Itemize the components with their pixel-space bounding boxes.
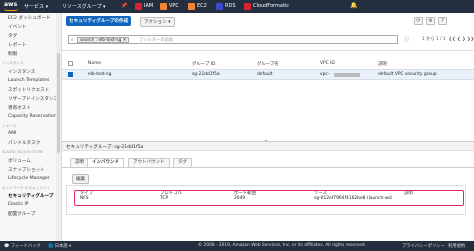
- language-selector[interactable]: 🌐 日本語 ▾: [48, 243, 71, 249]
- cell-group-name: default: [257, 72, 273, 77]
- tab-inbound[interactable]: インバウンド: [87, 158, 124, 167]
- settings-icon[interactable]: ⚙: [426, 17, 435, 25]
- shortcut-iam[interactable]: IAM: [144, 3, 153, 9]
- sidebar-item[interactable]: 制限: [8, 51, 17, 57]
- sidebar-item[interactable]: スポットリクエスト: [8, 87, 49, 93]
- sidebar-item[interactable]: セキュリティグループ: [8, 193, 53, 199]
- pin-icon[interactable]: 📌: [121, 3, 127, 9]
- cell-group-id: sg-21dd1f5a: [192, 72, 220, 77]
- highlight-box: [74, 190, 464, 206]
- sidebar-item[interactable]: インスタンス: [8, 69, 35, 75]
- cell-vpc-id: vpc-: [320, 72, 330, 77]
- actions-button[interactable]: アクション ▾: [140, 17, 175, 27]
- cell-protocol: TCP: [160, 196, 169, 201]
- divider: [62, 167, 474, 168]
- cell-port-range: 2049: [234, 196, 246, 201]
- sidebar-item[interactable]: Elastic IP: [8, 202, 29, 207]
- panel-resize-handle[interactable]: ═: [265, 138, 267, 143]
- sidebar: EC2 ダッシュボード イベント タグ レポート 制限 インスタンス インスタンス Launc…: [0, 13, 62, 241]
- terms-link[interactable]: 利用規約: [448, 243, 465, 249]
- col-header-name[interactable]: Name: [88, 61, 101, 66]
- col-header-vpc-id[interactable]: VPC ID: [320, 61, 335, 66]
- rds-icon[interactable]: [216, 3, 223, 10]
- sidebar-scrollbar[interactable]: [56, 13, 61, 241]
- sidebar-item[interactable]: Lifecycle Manager: [8, 176, 50, 181]
- detail-panel-header: セキュリティグループ: sg-21dd1f5a: [62, 141, 474, 151]
- redacted-vpc-id: [334, 73, 360, 77]
- aws-logo[interactable]: aws: [4, 1, 17, 8]
- divider: [62, 50, 474, 51]
- sidebar-section-heading: ネットワーク & セキュリティ: [2, 185, 50, 190]
- sidebar-item[interactable]: リザーブドインスタンス: [8, 96, 58, 102]
- help-icon[interactable]: ?: [438, 17, 447, 25]
- cell-source[interactable]: sg-012ef7964f4162be8 (launch-wiz: [314, 196, 392, 201]
- help-circle-icon[interactable]: ⓘ: [404, 36, 409, 43]
- ec2-icon[interactable]: [188, 3, 195, 10]
- detail-title: セキュリティグループ: sg-21dd1f5a: [66, 145, 144, 150]
- search-bar[interactable]: ⌕ search : elb-test-sg ✕ フィルターの追加: [68, 35, 398, 44]
- iam-icon[interactable]: [135, 3, 142, 10]
- resource-groups-menu[interactable]: リソースグループ ▾: [62, 3, 106, 10]
- tab-tags[interactable]: タグ: [173, 158, 192, 167]
- select-all-checkbox[interactable]: [68, 61, 73, 66]
- search-icon: ⌕: [71, 38, 74, 43]
- divider: [62, 79, 474, 80]
- col-header-description[interactable]: 説明: [378, 61, 387, 67]
- sidebar-item[interactable]: 専有ホスト: [8, 105, 31, 111]
- cell-name: elb-test-sg: [88, 72, 112, 77]
- table-row[interactable]: elb-test-sg sg-21dd1f5a default vpc- def…: [62, 70, 474, 79]
- sidebar-section-heading: インスタンス: [2, 61, 24, 65]
- pagination[interactable]: 1 から 1 / 1 ❮❮ ❮ ❯ ❯❯: [422, 36, 474, 42]
- sidebar-item[interactable]: Capacity Reservations: [8, 114, 59, 119]
- shortcut-rds[interactable]: RDS: [225, 3, 236, 9]
- refresh-icon[interactable]: ⟳: [414, 17, 423, 25]
- bell-icon[interactable]: 🔔: [350, 2, 357, 9]
- cell-description: default VPC security group: [378, 72, 437, 77]
- sidebar-item[interactable]: バンドルタスク: [8, 140, 40, 146]
- copyright-text: © 2008 - 2019, Amazon Web Services, Inc.…: [198, 243, 366, 248]
- search-placeholder: フィルターの追加: [139, 38, 174, 43]
- cell-type: NFS: [80, 196, 89, 201]
- shortcut-ec2[interactable]: EC2: [197, 3, 207, 9]
- services-menu[interactable]: サービス ▾: [24, 3, 48, 10]
- sidebar-section-heading: イメージ: [2, 123, 17, 128]
- footer: 💬 フィードバック 🌐 日本語 ▾ © 2008 - 2019, Amazon …: [0, 241, 474, 251]
- sidebar-item[interactable]: AMI: [8, 131, 16, 136]
- main-content: セキュリティグループの作成 アクション ▾ ⟳ ⚙ ? ⌕ search : e…: [62, 13, 474, 241]
- col-header-group-id[interactable]: グループ ID: [192, 61, 215, 67]
- col-header-group-name[interactable]: グループ名: [257, 61, 279, 67]
- aws-smile-icon: [4, 8, 18, 11]
- vpc-icon[interactable]: [160, 3, 167, 10]
- sidebar-item[interactable]: 配置グループ: [8, 211, 35, 217]
- privacy-link[interactable]: プライバシーポリシー: [402, 243, 445, 249]
- sidebar-item[interactable]: タグ: [8, 33, 17, 39]
- shortcut-cloudformation[interactable]: CloudFormatic: [253, 3, 289, 9]
- row-checkbox[interactable]: [68, 72, 73, 77]
- sidebar-item[interactable]: レポート: [8, 42, 26, 48]
- sidebar-item[interactable]: イベント: [8, 24, 26, 30]
- cloudformation-icon[interactable]: [244, 3, 251, 10]
- sidebar-item[interactable]: Launch Templates: [8, 78, 49, 83]
- top-nav: aws サービス ▾ リソースグループ ▾ 📌 IAM VPC EC2 RDS …: [0, 0, 474, 13]
- sidebar-item[interactable]: EC2 ダッシュボード: [8, 15, 51, 21]
- feedback-link[interactable]: 💬 フィードバック: [4, 243, 41, 249]
- shortcut-vpc[interactable]: VPC: [169, 3, 179, 9]
- edit-button[interactable]: 編集: [72, 174, 90, 184]
- sidebar-scroll-thumb[interactable]: [57, 53, 60, 153]
- create-security-group-button[interactable]: セキュリティグループの作成: [66, 16, 132, 26]
- tab-outbound[interactable]: アウトバウンド: [128, 158, 170, 167]
- search-filter-tag[interactable]: search : elb-test-sg ✕: [77, 37, 130, 43]
- sidebar-section-heading: ELASTIC BLOCK STORE: [2, 150, 44, 154]
- sidebar-item[interactable]: スナップショット: [8, 167, 45, 173]
- sidebar-item[interactable]: ボリューム: [8, 158, 31, 164]
